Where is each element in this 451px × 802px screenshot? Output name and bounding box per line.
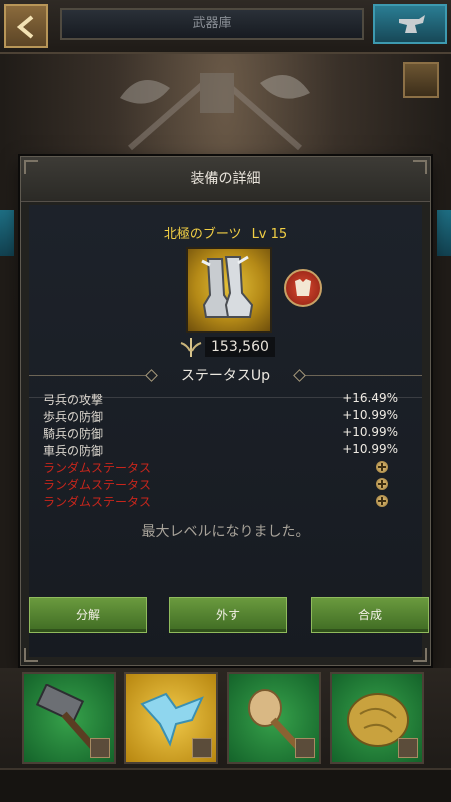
stat-label: 歩兵の防御 (43, 410, 104, 424)
slot-badge (295, 738, 315, 758)
stat-label: 弓兵の攻撃 (43, 393, 104, 407)
tray-slot-crystal[interactable] (124, 672, 218, 764)
remove-button[interactable]: 外す (169, 597, 287, 633)
tray-slot-club[interactable] (227, 672, 321, 764)
stat-value: +10.99% (342, 442, 398, 456)
item-title: 北極のブーツ Lv 15 (29, 223, 422, 242)
stat-label: 騎兵の防御 (43, 427, 104, 441)
page-title: 武器庫 (60, 8, 364, 40)
random-stat-label: ランダムステータス (43, 461, 152, 475)
dialog-body: 北極のブーツ Lv 15 153,560 ステータスUp 弓兵の攻撃 +16.4… (29, 205, 429, 657)
item-name: 北極のブーツ (163, 227, 242, 242)
weapons-rack-art (120, 73, 310, 151)
section-title: ステータスUp (180, 368, 271, 384)
stat-row: 弓兵の攻撃 +16.49% (43, 391, 398, 408)
stat-label: 車兵の防御 (43, 444, 104, 458)
random-stat-row: ランダムステータス (43, 459, 398, 476)
random-stat-label: ランダムステータス (43, 478, 152, 492)
right-edge-tab (437, 210, 451, 256)
random-stat-row: ランダムステータス (43, 476, 398, 493)
dismantle-button[interactable]: 分解 (29, 597, 147, 633)
anvil-icon (399, 15, 425, 33)
plus-icon[interactable] (376, 495, 388, 507)
random-stat-label: ランダムステータス (43, 495, 152, 509)
back-button[interactable] (4, 4, 48, 48)
stat-value: +10.99% (342, 425, 398, 439)
slot-badge (398, 738, 418, 758)
tray-slot-gold-ore[interactable] (330, 672, 424, 764)
power-value: 153,560 (205, 337, 275, 357)
stat-value: +10.99% (342, 408, 398, 422)
side-menu-button[interactable] (403, 62, 439, 98)
stat-value: +16.49% (342, 391, 398, 405)
plus-icon[interactable] (376, 478, 388, 490)
item-level: Lv 15 (251, 227, 288, 242)
tray-footer (0, 768, 451, 802)
frame-corner (24, 160, 38, 174)
class-badge[interactable] (284, 269, 322, 307)
forge-button[interactable] (373, 4, 447, 44)
frame-corner (413, 160, 427, 174)
plus-icon[interactable] (376, 461, 388, 473)
equipment-tray (0, 668, 451, 802)
stat-row: 歩兵の防御 +10.99% (43, 408, 398, 425)
power-display: 153,560 (179, 337, 309, 359)
random-stat-row: ランダムステータス (43, 493, 398, 510)
sword-wings-icon (180, 338, 202, 357)
dialog-title: 装備の詳細 (21, 157, 430, 202)
armor-icon (295, 279, 311, 296)
boots-icon (201, 255, 254, 318)
equipment-detail-dialog: 装備の詳細 北極のブーツ Lv 15 153,560 ステータスUp 弓兵の攻撃… (20, 156, 431, 666)
item-image (186, 247, 272, 333)
max-level-message: 最大レベルになりました。 (141, 524, 310, 540)
slot-badge (192, 738, 212, 758)
left-edge-tab (0, 210, 14, 256)
stat-row: 車兵の防御 +10.99% (43, 442, 398, 459)
slot-badge (90, 738, 110, 758)
stat-row: 騎兵の防御 +10.99% (43, 425, 398, 442)
combine-button[interactable]: 合成 (311, 597, 429, 633)
tray-slot-hammer[interactable] (22, 672, 116, 764)
arrow-left-icon (16, 15, 34, 39)
top-bar: 武器庫 (0, 0, 451, 54)
